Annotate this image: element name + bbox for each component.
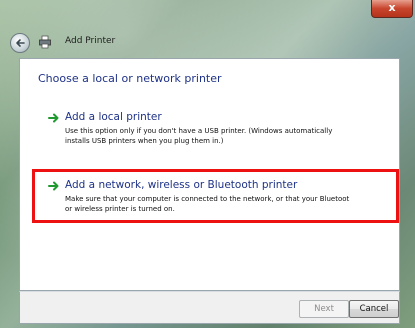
option-description-line: installs USB printers when you plug them… [65,137,224,145]
option-description-line: Use this option only if you don't have a… [65,127,333,135]
close-button[interactable]: x [371,0,413,18]
option-description: Use this option only if you don't have a… [65,126,332,146]
green-arrow-icon [48,181,59,191]
printer-icon [39,35,51,49]
option-title[interactable]: Add a local printer [65,111,162,123]
add-local-printer-option[interactable]: Add a local printer Use this option only… [48,111,400,151]
page-heading: Choose a local or network printer [38,72,222,85]
cancel-button[interactable]: Cancel [349,300,399,318]
window-frame: x Add Printer Choose a local or network … [0,0,415,328]
option-title[interactable]: Add a network, wireless or Bluetooth pri… [65,179,297,191]
back-button[interactable] [10,33,30,53]
back-arrow-icon [16,39,25,47]
option-description-line: Make sure that your computer is connecte… [65,195,350,203]
wizard-content: Choose a local or network printer Add a … [19,58,400,291]
window-title: Add Printer [65,36,116,46]
wizard-footer: Next Cancel [19,291,400,324]
next-button[interactable]: Next [299,300,349,318]
option-description: Make sure that your computer is connecte… [65,194,349,214]
add-network-printer-option[interactable]: Add a network, wireless or Bluetooth pri… [48,179,400,219]
option-description-line: or wireless printer is turned on. [65,205,175,213]
green-arrow-icon [48,113,59,123]
